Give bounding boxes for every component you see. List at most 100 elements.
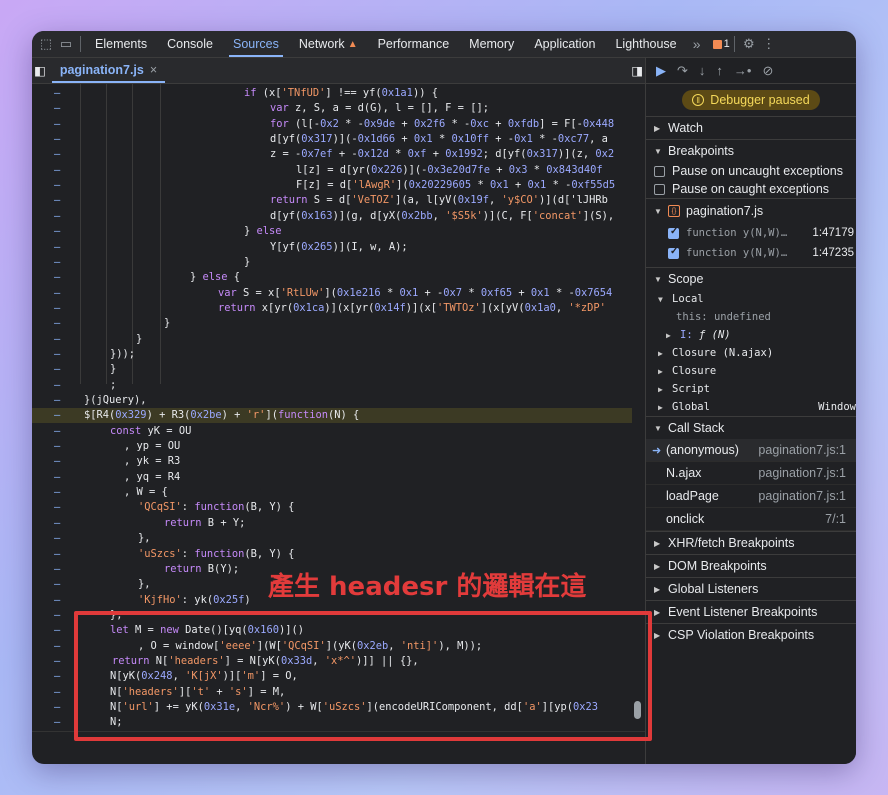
line-marker[interactable]: – [54,132,60,147]
line-marker[interactable]: – [54,286,60,301]
pause-caught-row[interactable]: Pause on caught exceptions [646,180,856,198]
code-line[interactable]: – , yp = OU [32,439,632,454]
code-line[interactable]: – , yk = R3 [32,454,632,469]
code-line[interactable]: – return B + Y; [32,516,632,531]
pause-uncaught-row[interactable]: Pause on uncaught exceptions [646,162,856,180]
code-line[interactable]: – F[z] = d['lAwgR'](0x20229605 * 0x1 + 0x… [32,178,632,193]
line-marker[interactable]: – [54,500,60,515]
tab-sources[interactable]: Sources [223,31,289,57]
line-marker[interactable]: – [54,424,60,439]
code-line[interactable]: – Y[yf(0x265)](I, w, A); [32,240,632,255]
line-marker[interactable]: – [54,101,60,116]
code-line[interactable]: – 'uSzcs': function(B, Y) { [32,547,632,562]
csp-violation-breakpoints-section[interactable]: ▶ CSP Violation Breakpoints [646,623,856,646]
line-marker[interactable]: – [54,593,60,608]
line-marker[interactable]: – [54,378,60,393]
line-marker[interactable]: – [54,485,60,500]
watch-section[interactable]: ▶ Watch [646,116,856,139]
line-marker[interactable]: – [54,547,60,562]
scope-closure-ajax[interactable]: ▶ Closure (N.ajax) [646,344,856,362]
stack-frame[interactable]: loadPage pagination7.js:1 [646,485,856,508]
code-line[interactable]: – 'QCqSI': function(B, Y) { [32,500,632,515]
code-line[interactable]: – $[R4(0x329) + R3(0x2be) + 'r'](function… [32,408,632,424]
code-line[interactable]: – l[z] = d[yr(0x226)](-0x3e20d7fe + 0x3 *… [32,163,632,178]
line-marker[interactable]: – [54,700,60,715]
line-marker[interactable]: – [54,715,60,730]
code-line[interactable]: –}(jQuery), [32,393,632,408]
code-line[interactable]: – d[yf(0x163)](g, d[yX(0x2bb, '$S5k')](C,… [32,209,632,224]
code-line[interactable]: –})); [32,347,632,362]
event-listener-breakpoints-section[interactable]: ▶ Event Listener Breakpoints [646,600,856,623]
line-marker[interactable]: – [54,685,60,700]
scope-closure[interactable]: ▶ Closure [646,362,856,380]
breakpoint-file-row[interactable]: ▼ {} pagination7.js [646,198,856,223]
code-line[interactable]: – z = -0x7ef + -0x12d * 0xf + 0x1992; d[y… [32,147,632,162]
call-stack-section[interactable]: ▼ Call Stack [646,416,856,439]
code-line[interactable]: – for (l[-0x2 * -0x9de + 0x2f6 * -0xc + 0… [32,117,632,132]
line-marker[interactable]: – [54,577,60,592]
close-icon[interactable]: × [150,63,157,77]
scope-script[interactable]: ▶ Script [646,380,856,398]
gear-icon[interactable]: ⚙ [739,34,759,54]
line-marker[interactable]: – [54,608,60,623]
line-marker[interactable]: – [54,393,60,408]
line-marker[interactable]: – [54,562,60,577]
line-marker[interactable]: – [54,117,60,132]
more-tabs-icon[interactable]: » [687,34,707,54]
deactivate-breakpoints-icon[interactable]: ⊘ [762,63,773,79]
scope-i[interactable]: ▶ I: ƒ (N) [646,326,856,344]
code-line[interactable]: – return x[yr(0x1ca)](x[yr(0x14f)](x['TWT… [32,301,632,316]
code-line[interactable]: – , yq = R4 [32,470,632,485]
step-into-icon[interactable]: ↓ [699,63,706,78]
tab-network[interactable]: Network ▲ [289,31,368,57]
code-line[interactable]: –} [32,316,632,331]
code-line[interactable]: –} else [32,224,632,239]
code-line[interactable]: – var S = x['RtLUw'](0x1e216 * 0x1 + -0x7… [32,286,632,301]
tab-memory[interactable]: Memory [459,31,524,57]
device-toolbar-icon[interactable]: ▭ [56,34,76,54]
breakpoint-checkbox[interactable] [668,246,679,259]
code-line[interactable]: –}, [32,531,632,546]
dom-breakpoints-section[interactable]: ▶ DOM Breakpoints [646,554,856,577]
code-line[interactable]: – , W = { [32,485,632,500]
scope-global[interactable]: ▶ Global Window [646,398,856,416]
pause-uncaught-checkbox[interactable] [654,165,665,177]
line-marker[interactable]: – [54,516,60,531]
line-marker[interactable]: – [54,86,60,101]
line-marker[interactable]: – [54,163,60,178]
line-marker[interactable]: – [54,654,60,669]
inspect-element-icon[interactable]: ⬚ [36,34,56,54]
breakpoint-item[interactable]: function y(N,W)… 1:47235 [646,243,856,263]
tab-console[interactable]: Console [157,31,223,57]
line-marker[interactable]: – [54,669,60,684]
line-marker[interactable]: – [54,255,60,270]
line-marker[interactable]: – [54,623,60,638]
scope-section[interactable]: ▼ Scope [646,267,856,290]
tab-performance[interactable]: Performance [368,31,460,57]
line-marker[interactable]: – [54,454,60,469]
code-line[interactable]: – const yK = OU [32,424,632,439]
code-line[interactable]: – var z, S, a = d(G), l = [], F = []; [32,101,632,116]
code-line[interactable]: –} else { [32,270,632,285]
line-marker[interactable]: – [54,362,60,377]
line-marker[interactable]: – [54,270,60,285]
breakpoint-checkbox[interactable] [668,226,679,239]
breakpoint-item[interactable]: function y(N,W)… 1:47179 [646,223,856,243]
issues-badge[interactable]: 1 [712,38,730,50]
line-marker[interactable]: – [54,470,60,485]
step-over-icon[interactable]: ↷ [677,63,688,79]
global-listeners-section[interactable]: ▶ Global Listeners [646,577,856,600]
code-line[interactable]: –} [32,332,632,347]
pause-caught-checkbox[interactable] [654,183,665,195]
line-marker[interactable]: – [54,147,60,162]
breakpoints-section[interactable]: ▼ Breakpoints [646,139,856,162]
step-out-icon[interactable]: ↑ [716,63,723,78]
stack-frame[interactable]: onclick 7/:1 [646,508,856,531]
tab-elements[interactable]: Elements [85,31,157,57]
code-line[interactable]: – if (x['TNfUD'] !== yf(0x1a1)) { [32,86,632,101]
toggle-debugger-icon[interactable]: ◨ [631,63,643,78]
line-marker[interactable]: – [54,439,60,454]
code-line[interactable]: – d[yf(0x317)](-0x1d66 + 0x1 * 0x10ff + -… [32,132,632,147]
stack-frame[interactable]: N.ajax pagination7.js:1 [646,462,856,485]
line-marker[interactable]: – [54,408,60,423]
